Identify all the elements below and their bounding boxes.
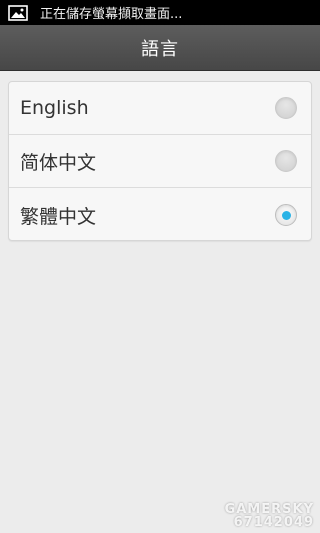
language-option-simplified-chinese[interactable]: 简体中文 [9,135,311,188]
radio-button-checked[interactable] [275,204,297,226]
notification-text: 正在儲存螢幕擷取畫面... [40,7,183,22]
page-title: 語言 [141,38,179,60]
language-label: 简体中文 [20,151,97,174]
radio-selected-dot [281,210,291,220]
radio-button-unchecked[interactable] [275,150,297,172]
language-label: English [20,97,89,119]
action-bar: 語言 [0,25,320,71]
watermark-number: 67142049 [233,515,314,530]
watermark: GAMERSKY 67142049 [225,503,314,529]
radio-button-unchecked[interactable] [275,97,297,119]
image-icon [6,4,30,22]
language-list: English 简体中文 繁體中文 [8,81,312,241]
language-label: 繁體中文 [20,205,97,228]
status-bar: 正在儲存螢幕擷取畫面... [0,0,320,25]
language-option-traditional-chinese[interactable]: 繁體中文 [9,188,311,240]
language-option-english[interactable]: English [9,82,311,135]
